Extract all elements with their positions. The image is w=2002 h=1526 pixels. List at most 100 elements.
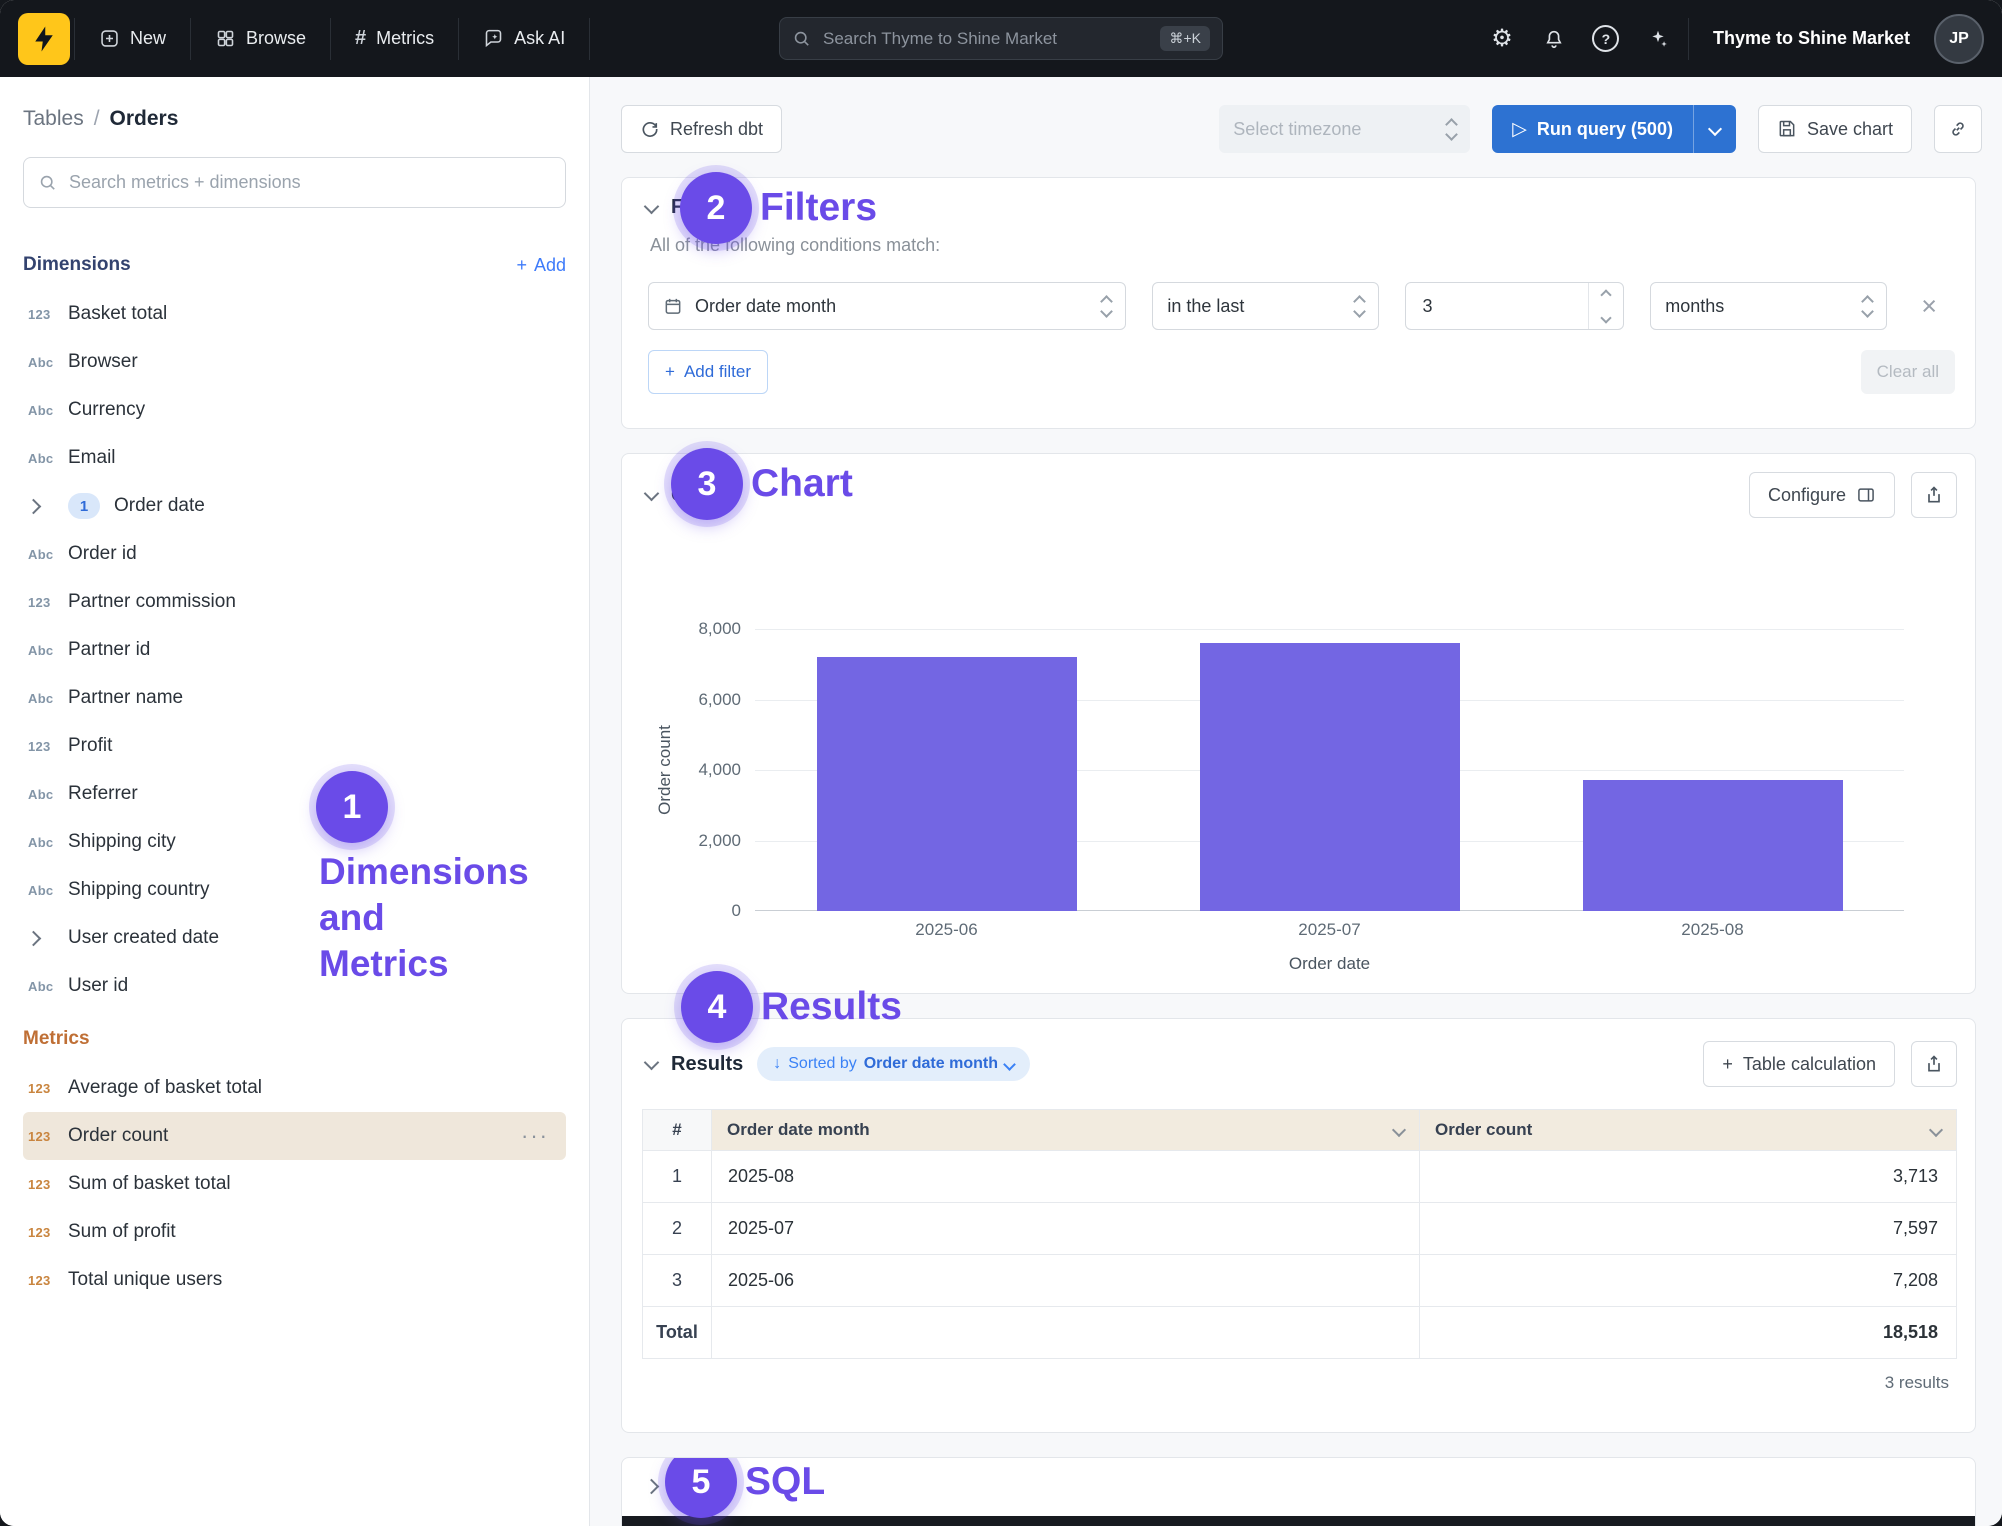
add-filter-button[interactable]: + Add filter bbox=[648, 350, 768, 394]
sidebar-item-browser[interactable]: Abc Browser bbox=[23, 338, 566, 386]
sidebar-item-partner-name[interactable]: Abc Partner name bbox=[23, 674, 566, 722]
sidebar-item-shipping-city[interactable]: Abc Shipping city bbox=[23, 818, 566, 866]
ai-sparkles-button[interactable] bbox=[1632, 15, 1684, 63]
app-logo[interactable] bbox=[18, 13, 70, 65]
run-query-button[interactable]: ▷ Run query (500) bbox=[1492, 105, 1736, 153]
new-label: New bbox=[130, 28, 166, 49]
number-stepper[interactable] bbox=[1588, 283, 1623, 329]
number-type-icon: 123 bbox=[28, 1129, 68, 1144]
link-icon bbox=[1948, 119, 1968, 139]
filter-operator-select[interactable]: in the last bbox=[1152, 282, 1379, 330]
sidebar-item-shipping-country[interactable]: Abc Shipping country bbox=[23, 866, 566, 914]
chevron-down-icon[interactable] bbox=[646, 199, 657, 217]
count-cell[interactable]: 3,713 bbox=[1420, 1151, 1957, 1203]
sidebar-item-user-created-date[interactable]: User created date bbox=[23, 914, 566, 962]
sidebar-item-total-unique-users[interactable]: 123 Total unique users bbox=[23, 1256, 566, 1304]
play-icon: ▷ bbox=[1512, 118, 1527, 141]
fields-search[interactable] bbox=[23, 157, 566, 208]
column-header-order-count[interactable]: Order count bbox=[1420, 1110, 1957, 1151]
chevron-right-icon[interactable] bbox=[28, 933, 68, 944]
chevron-down-icon[interactable] bbox=[1929, 1123, 1943, 1137]
timezone-select[interactable]: Select timezone bbox=[1219, 105, 1470, 153]
browse-button[interactable]: Browse bbox=[195, 15, 326, 63]
table-row[interactable]: 3 2025-06 7,208 bbox=[643, 1255, 1957, 1307]
fields-search-input[interactable] bbox=[67, 171, 551, 194]
chevron-down-icon[interactable] bbox=[1392, 1123, 1406, 1137]
refresh-dbt-button[interactable]: Refresh dbt bbox=[621, 105, 782, 153]
settings-button[interactable]: ⚙ bbox=[1476, 15, 1528, 63]
filter-unit-select[interactable]: months bbox=[1650, 282, 1887, 330]
add-dimension-button[interactable]: + Add bbox=[516, 255, 566, 276]
x-tick-label: 2025-07 bbox=[1138, 920, 1521, 940]
breadcrumb-tables[interactable]: Tables bbox=[23, 107, 84, 131]
chevron-right-icon[interactable] bbox=[28, 501, 68, 512]
help-button[interactable]: ? bbox=[1580, 15, 1632, 63]
item-menu-button[interactable]: ··· bbox=[521, 1123, 561, 1149]
column-header-order-date-month[interactable]: Order date month bbox=[712, 1110, 1420, 1151]
count-cell[interactable]: 7,208 bbox=[1420, 1255, 1957, 1307]
metrics-header: Metrics bbox=[23, 1028, 566, 1050]
remove-filter-button[interactable]: × bbox=[1913, 289, 1945, 324]
navbar-divider bbox=[589, 18, 590, 60]
number-type-icon: 123 bbox=[28, 595, 68, 610]
export-results-button[interactable] bbox=[1911, 1041, 1957, 1087]
bar-2025-06[interactable] bbox=[817, 657, 1077, 911]
clear-all-button[interactable]: Clear all bbox=[1861, 350, 1955, 394]
global-search[interactable]: ⌘+K bbox=[779, 17, 1223, 60]
month-cell[interactable]: 2025-07 bbox=[712, 1203, 1420, 1255]
sidebar-item-order-date[interactable]: 1 Order date bbox=[23, 482, 566, 530]
stepper-down-icon[interactable] bbox=[1589, 306, 1623, 329]
global-search-input[interactable] bbox=[821, 28, 1150, 50]
dimensions-title: Dimensions bbox=[23, 254, 131, 276]
total-empty-cell bbox=[712, 1307, 1420, 1359]
sidebar-item-profit[interactable]: 123 Profit bbox=[23, 722, 566, 770]
filter-field-select[interactable]: Order date month bbox=[648, 282, 1126, 330]
configure-button[interactable]: Configure bbox=[1749, 472, 1895, 518]
sidebar-item-average-of-basket-total[interactable]: 123 Average of basket total bbox=[23, 1064, 566, 1112]
sidebar-item-order-count[interactable]: 123 Order count ··· bbox=[23, 1112, 566, 1160]
sidebar-item-partner-id[interactable]: Abc Partner id bbox=[23, 626, 566, 674]
sidebar-item-partner-commission[interactable]: 123 Partner commission bbox=[23, 578, 566, 626]
main-panel: Refresh dbt Select timezone ▷ Run query … bbox=[590, 77, 2002, 1526]
ask-ai-button[interactable]: Ask AI bbox=[463, 15, 585, 63]
month-cell[interactable]: 2025-08 bbox=[712, 1151, 1420, 1203]
dimensions-list: 123 Basket total Abc Browser Abc Currenc… bbox=[23, 290, 566, 1010]
sql-editor[interactable] bbox=[622, 1516, 1975, 1526]
chevron-down-icon[interactable] bbox=[646, 486, 657, 504]
run-query-dropdown-button[interactable] bbox=[1693, 105, 1736, 153]
table-row[interactable]: 1 2025-08 3,713 bbox=[643, 1151, 1957, 1203]
user-avatar[interactable]: JP bbox=[1934, 14, 1984, 64]
notifications-button[interactable] bbox=[1528, 15, 1580, 63]
export-chart-button[interactable] bbox=[1911, 472, 1957, 518]
save-chart-button[interactable]: Save chart bbox=[1758, 105, 1912, 153]
sidebar-item-sum-of-profit[interactable]: 123 Sum of profit bbox=[23, 1208, 566, 1256]
sidebar-item-email[interactable]: Abc Email bbox=[23, 434, 566, 482]
chevron-down-icon[interactable] bbox=[646, 1055, 657, 1073]
sidebar-item-basket-total[interactable]: 123 Basket total bbox=[23, 290, 566, 338]
table-calculation-button[interactable]: + Table calculation bbox=[1703, 1041, 1895, 1087]
metrics-button[interactable]: # Metrics bbox=[335, 15, 454, 63]
sidebar-item-currency[interactable]: Abc Currency bbox=[23, 386, 566, 434]
sidebar-item-referrer[interactable]: Abc Referrer bbox=[23, 770, 566, 818]
sidebar: Tables / Orders Dimensions + Add 123 Bas… bbox=[0, 77, 590, 1526]
bar-2025-08[interactable] bbox=[1583, 780, 1843, 911]
count-cell[interactable]: 7,597 bbox=[1420, 1203, 1957, 1255]
workspace-name[interactable]: Thyme to Shine Market bbox=[1693, 28, 1930, 49]
chevron-right-icon[interactable] bbox=[646, 1479, 657, 1497]
breadcrumb-orders: Orders bbox=[110, 107, 179, 131]
sidebar-item-sum-of-basket-total[interactable]: 123 Sum of basket total bbox=[23, 1160, 566, 1208]
table-row[interactable]: 2 2025-07 7,597 bbox=[643, 1203, 1957, 1255]
stepper-up-icon[interactable] bbox=[1589, 283, 1623, 306]
refresh-icon bbox=[640, 119, 660, 139]
sort-pill[interactable]: ↓ Sorted by Order date month bbox=[757, 1047, 1030, 1081]
text-type-icon: Abc bbox=[28, 691, 68, 706]
share-link-button[interactable] bbox=[1934, 105, 1982, 153]
month-cell[interactable]: 2025-06 bbox=[712, 1255, 1420, 1307]
new-button[interactable]: New bbox=[79, 15, 186, 63]
bar-2025-07[interactable] bbox=[1200, 643, 1460, 911]
filter-value-input[interactable]: 3 bbox=[1405, 282, 1624, 330]
sidebar-item-user-id[interactable]: Abc User id bbox=[23, 962, 566, 1010]
sidebar-item-order-id[interactable]: Abc Order id bbox=[23, 530, 566, 578]
text-type-icon: Abc bbox=[28, 835, 68, 850]
text-type-icon: Abc bbox=[28, 979, 68, 994]
